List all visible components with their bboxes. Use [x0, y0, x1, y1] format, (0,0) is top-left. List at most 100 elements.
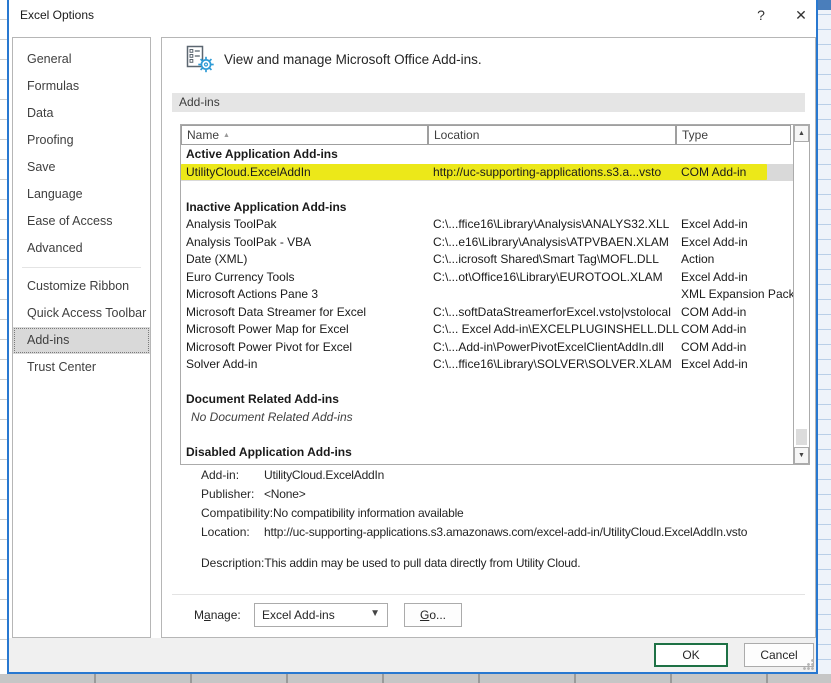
addin-name: Date (XML)	[186, 251, 247, 269]
sidebar-item-formulas[interactable]: Formulas	[13, 73, 150, 100]
blank-row	[181, 181, 793, 199]
table-group-header: Disabled Application Add-ins	[181, 444, 793, 462]
resize-grip[interactable]	[802, 658, 815, 671]
addin-row[interactable]: Microsoft Actions Pane 3 XML Expansion Pa…	[181, 286, 793, 304]
addin-row[interactable]: Solver Add-in C:\...ffice16\Library\SOLVE…	[181, 356, 793, 374]
blank-row	[181, 374, 793, 392]
divider	[172, 594, 805, 595]
details-row: Location:http://uc-supporting-applicatio…	[201, 523, 809, 542]
addins-rows: Active Application Add-insUtilityCloud.E…	[181, 146, 793, 464]
page-title: View and manage Microsoft Office Add-ins…	[224, 52, 482, 67]
scroll-down-icon[interactable]: ▼	[794, 447, 809, 464]
table-group-header: Document Related Add-ins	[181, 391, 793, 409]
sort-ascending-icon: ▲	[223, 132, 230, 139]
sidebar-item-trust-center[interactable]: Trust Center	[13, 354, 150, 381]
addin-name: Microsoft Actions Pane 3	[186, 286, 318, 304]
details-label: Compatibility:	[201, 504, 273, 523]
dialog-titlebar[interactable]: Excel Options ? ✕	[9, 0, 816, 30]
main-panel: View and manage Microsoft Office Add-ins…	[161, 37, 816, 638]
chevron-down-icon: ▼	[370, 608, 380, 619]
details-label: Publisher:	[201, 485, 264, 504]
addin-type: Excel Add-in	[681, 234, 748, 252]
sidebar-item-customize-ribbon[interactable]: Customize Ribbon	[13, 273, 150, 300]
addins-table: Name▲ Location Type Active Application A…	[180, 124, 810, 465]
addin-location: C:\...e16\Library\Analysis\ATPVBAEN.XLAM	[433, 234, 669, 252]
empty-group-row: No Disabled Application Add-ins	[181, 461, 793, 464]
details-value: UtilityCloud.ExcelAddIn	[264, 466, 384, 485]
column-header-name[interactable]: Name▲	[181, 125, 428, 145]
table-scrollbar[interactable]: ▲ ▼	[793, 125, 809, 464]
addin-row[interactable]: UtilityCloud.ExcelAddIn http://uc-support…	[181, 164, 793, 182]
details-value: <None>	[264, 485, 306, 504]
scroll-up-icon[interactable]: ▲	[794, 125, 809, 142]
addin-type: Action	[681, 251, 714, 269]
details-row: Publisher:<None>	[201, 485, 809, 504]
sidebar-item-general[interactable]: General	[13, 46, 150, 73]
addin-type: Excel Add-in	[681, 216, 748, 234]
addin-details: Add-in:UtilityCloud.ExcelAddInPublisher:…	[201, 466, 809, 573]
addin-name: Analysis ToolPak - VBA	[186, 234, 311, 252]
empty-group-note: No Disabled Application Add-ins	[191, 461, 362, 464]
excel-sheet-left-sliver	[0, 0, 7, 674]
sidebar-divider	[22, 267, 141, 268]
sidebar-item-save[interactable]: Save	[13, 154, 150, 181]
dialog-title: Excel Options	[20, 8, 94, 22]
addin-row[interactable]: Date (XML) C:\...icrosoft Shared\Smart Ta…	[181, 251, 793, 269]
addin-type: COM Add-in	[681, 164, 746, 182]
details-row: Description:This addin may be used to pu…	[201, 554, 809, 573]
sidebar-item-ease-of-access[interactable]: Ease of Access	[13, 208, 150, 235]
addin-name: Euro Currency Tools	[186, 269, 295, 287]
go-button[interactable]: Go...	[404, 603, 462, 627]
empty-group-row: No Document Related Add-ins	[181, 409, 793, 427]
addin-name: UtilityCloud.ExcelAddIn	[186, 164, 311, 182]
group-header-label: Disabled Application Add-ins	[186, 444, 352, 462]
sidebar-item-language[interactable]: Language	[13, 181, 150, 208]
details-row: Compatibility:No compatibility informati…	[201, 504, 809, 523]
sidebar-item-advanced[interactable]: Advanced	[13, 235, 150, 262]
addin-name: Solver Add-in	[186, 356, 257, 374]
table-group-header: Inactive Application Add-ins	[181, 199, 793, 217]
column-header-type[interactable]: Type	[676, 125, 791, 145]
group-header-label: Active Application Add-ins	[186, 146, 338, 164]
blank-row	[181, 426, 793, 444]
addin-location: C:\...icrosoft Shared\Smart Tag\MOFL.DLL	[433, 251, 659, 269]
help-icon[interactable]: ?	[746, 4, 776, 26]
addin-row[interactable]: Analysis ToolPak - VBA C:\...e16\Library\…	[181, 234, 793, 252]
manage-row: Manage: Excel Add-ins ▼ Go...	[194, 603, 462, 627]
addins-section-label: Add-ins	[179, 95, 220, 109]
addin-type: XML Expansion Pack	[681, 286, 793, 304]
manage-dropdown[interactable]: Excel Add-ins ▼	[254, 603, 388, 627]
addin-type: Excel Add-in	[681, 356, 748, 374]
addin-name: Microsoft Data Streamer for Excel	[186, 304, 366, 322]
addin-name: Microsoft Power Pivot for Excel	[186, 339, 352, 357]
details-label: Location:	[201, 523, 264, 542]
addin-row[interactable]: Microsoft Data Streamer for Excel C:\...s…	[181, 304, 793, 322]
addin-name: Microsoft Power Map for Excel	[186, 321, 349, 339]
addin-location: http://uc-supporting-applications.s3.a..…	[433, 164, 661, 182]
group-header-label: Document Related Add-ins	[186, 391, 339, 409]
column-header-location[interactable]: Location	[428, 125, 676, 145]
sidebar-item-data[interactable]: Data	[13, 100, 150, 127]
sidebar-item-quick-access-toolbar[interactable]: Quick Access Toolbar	[13, 300, 150, 327]
addin-type: COM Add-in	[681, 321, 746, 339]
ok-button[interactable]: OK	[654, 643, 728, 667]
addin-row[interactable]: Microsoft Power Map for ExcelC:\... Exce…	[181, 321, 793, 339]
addin-location: C:\...ot\Office16\Library\EUROTOOL.XLAM	[433, 269, 663, 287]
addin-location: C:\...softDataStreamerforExcel.vsto|vsto…	[433, 304, 671, 322]
details-label: Add-in:	[201, 466, 264, 485]
sidebar-item-add-ins[interactable]: Add-ins	[13, 327, 150, 354]
sidebar-list: GeneralFormulasDataProofingSaveLanguageE…	[13, 46, 150, 381]
scrollbar-thumb[interactable]	[796, 429, 807, 445]
column-header-location-label: Location	[434, 128, 479, 142]
sidebar-item-proofing[interactable]: Proofing	[13, 127, 150, 154]
column-header-type-label: Type	[682, 128, 708, 142]
dialog-footer: OK Cancel	[9, 638, 816, 672]
addin-location: C:\...ffice16\Library\SOLVER\SOLVER.XLAM	[433, 356, 672, 374]
details-value: No compatibility information available	[273, 504, 464, 523]
close-icon[interactable]: ✕	[786, 4, 816, 26]
addin-row[interactable]: Microsoft Power Pivot for ExcelC:\...Add…	[181, 339, 793, 357]
group-header-label: Inactive Application Add-ins	[186, 199, 346, 217]
addin-row[interactable]: Euro Currency Tools C:\...ot\Office16\Lib…	[181, 269, 793, 287]
manage-dropdown-value: Excel Add-ins	[262, 608, 335, 622]
addin-row[interactable]: Analysis ToolPakC:\...ffice16\Library\An…	[181, 216, 793, 234]
